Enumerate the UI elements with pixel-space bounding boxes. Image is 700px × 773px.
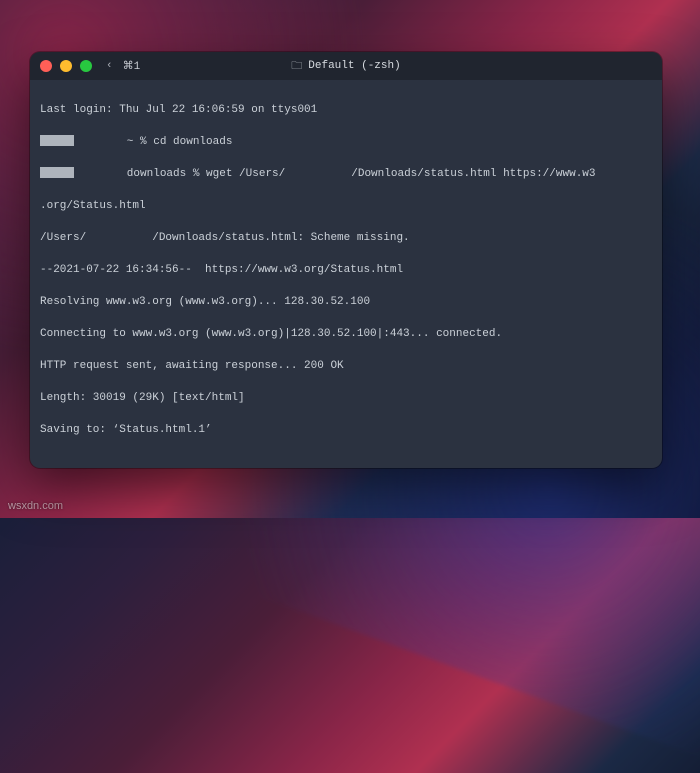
output-line: .org/Status.html [40,198,652,214]
terminal-window: ‹ ⌘1 🗀 Default (-zsh) Last login: Thu Ju… [30,52,662,468]
watermark-text: wsxdn.com [8,500,63,512]
minimize-button[interactable] [60,60,72,72]
output-line: /Users/ /Downloads/status.html: Scheme m… [40,230,652,246]
output-line: Last login: Thu Jul 22 16:06:59 on ttys0… [40,102,652,118]
titlebar-left-cluster: ‹ ⌘1 [106,59,140,73]
zoom-button[interactable] [80,60,92,72]
output-line: Connecting to www.w3.org (www.w3.org)|12… [40,326,652,342]
folder-icon: 🗀 [291,57,302,76]
terminal-output[interactable]: Last login: Thu Jul 22 16:06:59 on ttys0… [30,80,662,468]
output-line: Saving to: ‘Status.html.1’ [40,422,652,438]
shortcut-hint: ⌘1 [123,59,141,73]
redacted-host: . [40,167,74,178]
titlebar[interactable]: ‹ ⌘1 🗀 Default (-zsh) [30,52,662,80]
redacted-host: . [40,135,74,146]
traffic-lights [40,60,92,72]
output-line: HTTP request sent, awaiting response... … [40,358,652,374]
close-button[interactable] [40,60,52,72]
output-line: --2021-07-22 16:34:56-- https://www.w3.o… [40,262,652,278]
chevron-left-icon: ‹ [106,60,113,72]
output-line: Length: 30019 (29K) [text/html] [40,390,652,406]
output-line: Resolving www.w3.org (www.w3.org)... 128… [40,294,652,310]
output-line: . ~ % cd downloads [40,134,652,150]
output-line: . downloads % wget /Users/ /Downloads/st… [40,166,652,182]
window-title-text: Default (-zsh) [308,60,400,72]
